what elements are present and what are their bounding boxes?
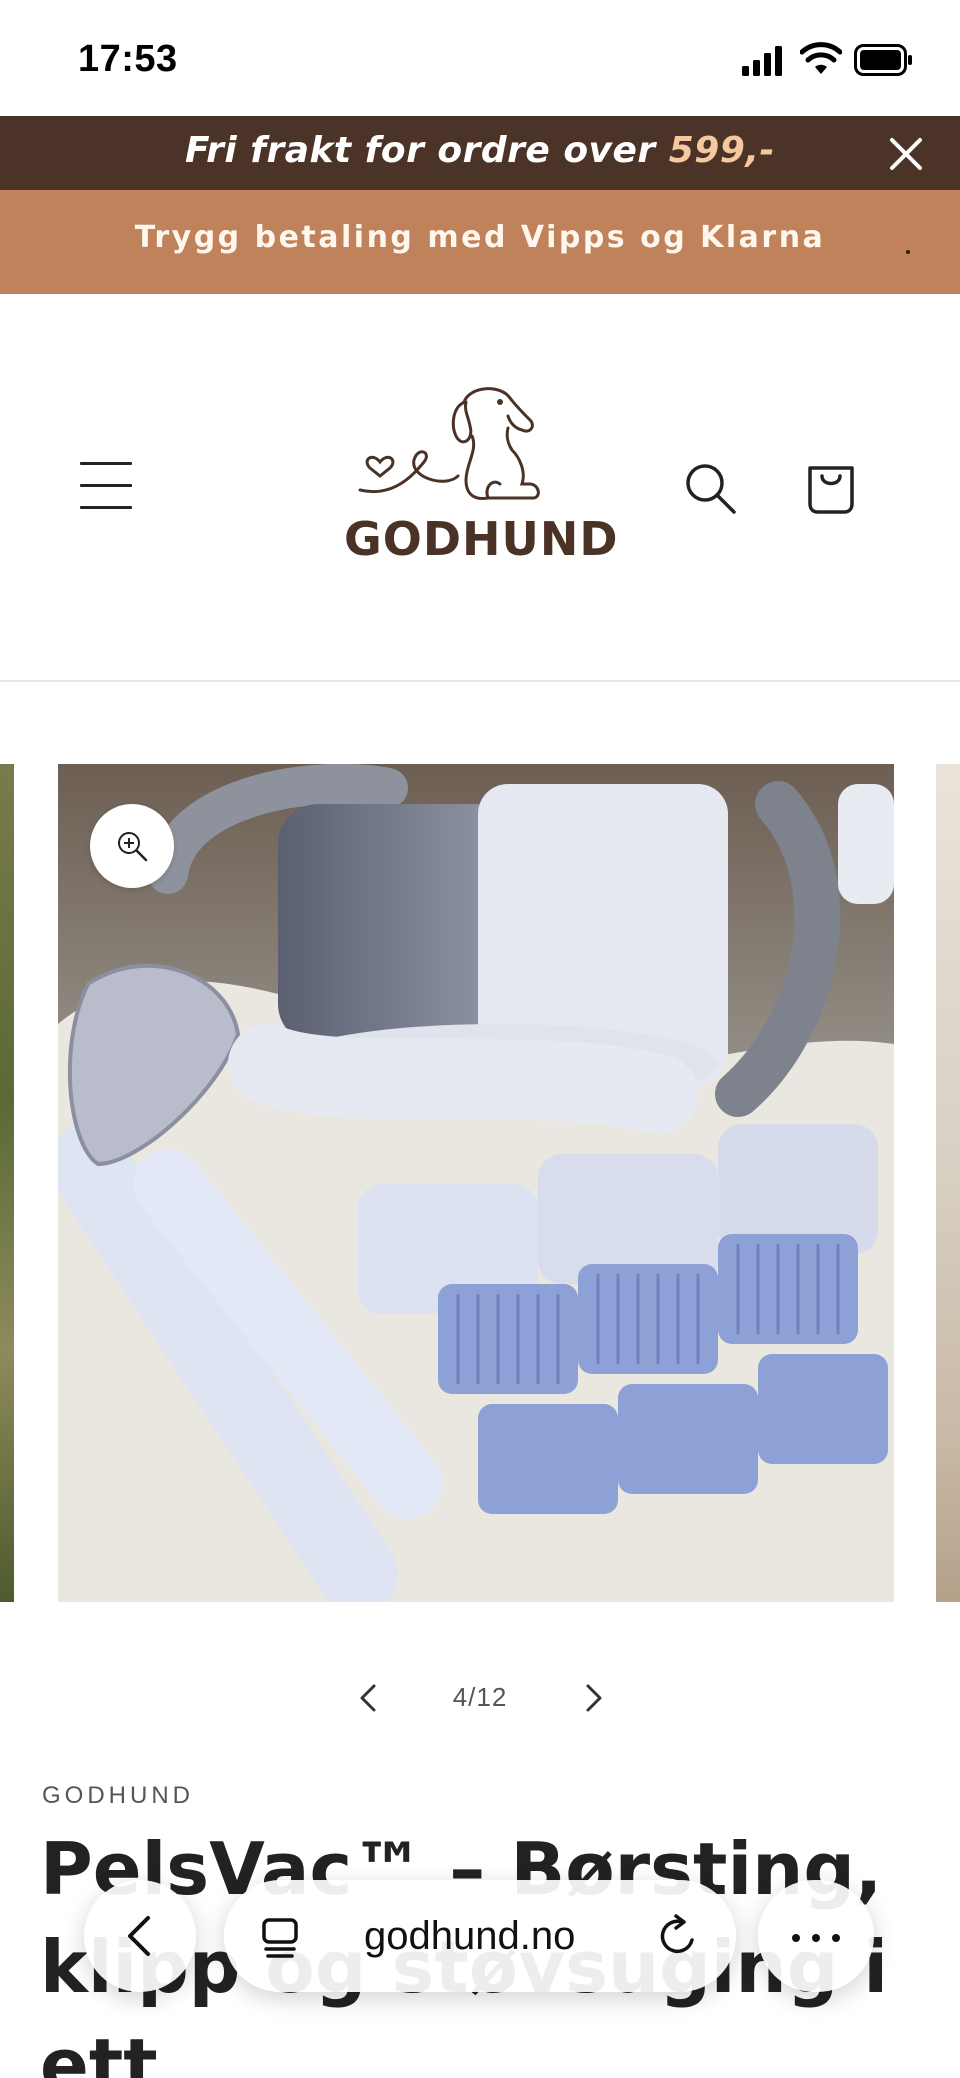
battery-icon xyxy=(854,44,912,76)
gallery-pagination: 4/12 xyxy=(0,1670,960,1730)
zoom-in-icon[interactable] xyxy=(90,804,174,888)
status-time: 17:53 xyxy=(78,38,178,80)
next-slide-image[interactable] xyxy=(936,764,960,1602)
product-image[interactable] xyxy=(58,764,894,1602)
site-header: GODHUND xyxy=(0,294,960,682)
more-icon[interactable] xyxy=(758,1880,874,1992)
chevron-left-icon[interactable] xyxy=(348,1676,388,1720)
address-bar[interactable]: godhund.no xyxy=(224,1880,736,1992)
product-photo xyxy=(58,764,894,1602)
browser-toolbar: godhund.no xyxy=(0,1870,960,2000)
reload-icon[interactable] xyxy=(656,1912,700,1960)
payment-info-text: Trygg betaling med Vipps og Klarna xyxy=(134,220,826,255)
free-shipping-text: Fri frakt for ordre over 599,- xyxy=(185,130,775,171)
logo[interactable]: GODHUND xyxy=(344,380,619,580)
carousel-dot xyxy=(906,250,910,254)
logo-text: GODHUND xyxy=(344,512,619,566)
previous-slide-image[interactable] xyxy=(0,764,14,1602)
wifi-icon xyxy=(800,42,842,74)
chevron-right-icon[interactable] xyxy=(574,1676,614,1720)
announcement-bar: Fri frakt for ordre over 599,- xyxy=(0,116,960,190)
search-icon[interactable] xyxy=(682,460,738,516)
status-bar: 17:53 xyxy=(0,0,960,116)
hamburger-menu-icon[interactable] xyxy=(80,462,132,510)
product-gallery[interactable] xyxy=(0,764,960,1602)
product-title-line: ett xyxy=(40,2023,158,2078)
close-icon[interactable] xyxy=(886,134,926,174)
payment-info-bar: Trygg betaling med Vipps og Klarna xyxy=(0,190,960,294)
back-button[interactable] xyxy=(84,1880,196,1992)
url-text: godhund.no xyxy=(364,1914,576,1958)
back-arrow-icon xyxy=(128,1916,150,1956)
product-vendor: GODHUND xyxy=(42,1782,194,1809)
tabs-icon xyxy=(262,1918,298,1958)
cellular-signal-icon xyxy=(742,46,782,76)
free-shipping-amount: 599,- xyxy=(668,130,775,171)
cart-icon[interactable] xyxy=(804,458,858,514)
slide-counter: 4/12 xyxy=(452,1682,508,1712)
dog-logo-icon xyxy=(358,387,540,500)
